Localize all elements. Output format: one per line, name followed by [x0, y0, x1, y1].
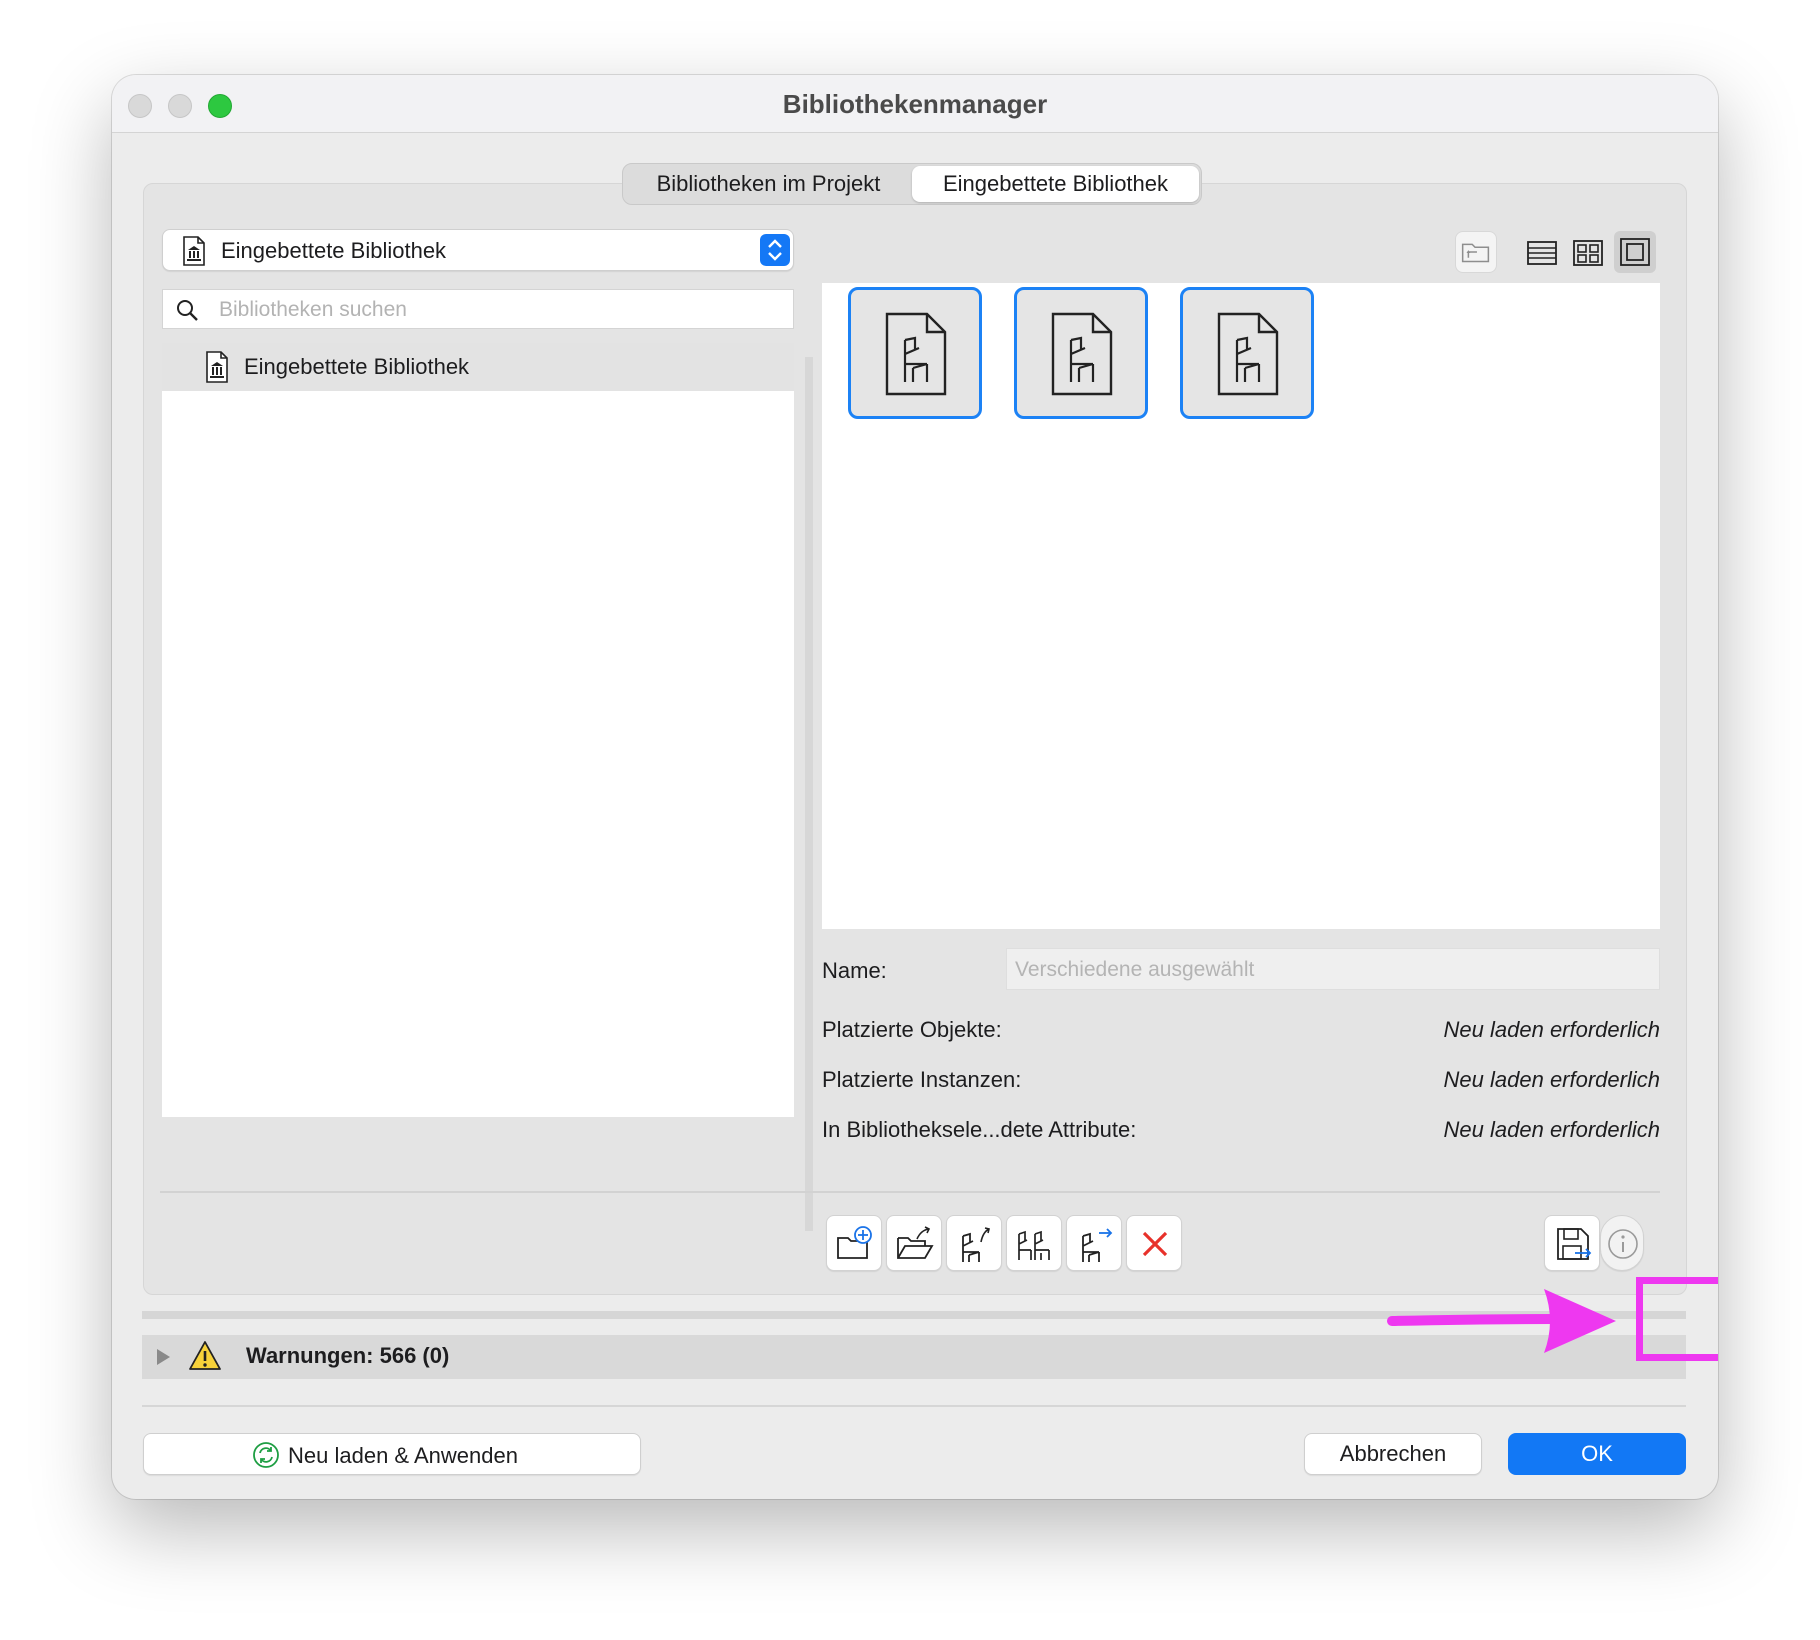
info-button[interactable] — [1600, 1215, 1644, 1271]
library-tree: Eingebettete Bibliothek — [162, 343, 794, 1117]
new-folder-button[interactable] — [826, 1215, 882, 1271]
divider — [160, 1191, 1660, 1193]
tree-item-embedded-library[interactable]: Eingebettete Bibliothek — [162, 343, 794, 391]
tab-project-libraries[interactable]: Bibliotheken im Projekt — [625, 166, 912, 202]
library-icon — [183, 236, 205, 266]
reload-apply-label: Neu laden & Anwenden — [288, 1443, 518, 1468]
duplicate-objects-icon — [1018, 1230, 1050, 1260]
ok-button[interactable]: OK — [1508, 1433, 1686, 1475]
delete-icon — [1142, 1231, 1168, 1257]
library-icon — [206, 351, 228, 383]
cancel-button[interactable]: Abbrechen — [1304, 1433, 1482, 1475]
info-icon — [1608, 1229, 1638, 1259]
pane-splitter[interactable] — [805, 357, 813, 1231]
object-tile[interactable] — [848, 287, 982, 419]
library-dropdown[interactable]: Eingebettete Bibliothek — [162, 229, 794, 271]
info-value: Neu laden erforderlich — [1443, 1017, 1660, 1042]
large-icon-view-button[interactable] — [1614, 231, 1656, 273]
name-label: Name: — [822, 958, 887, 983]
object-tile[interactable] — [1014, 287, 1148, 419]
chair-object-icon — [1217, 312, 1279, 396]
grid-view-icon — [1573, 240, 1603, 266]
warning-icon — [189, 1341, 221, 1370]
library-search-field[interactable]: Bibliotheken suchen — [162, 289, 794, 329]
save-as-button[interactable] — [1544, 1215, 1600, 1271]
divider — [142, 1405, 1686, 1407]
name-input[interactable]: Verschiedene ausgewählt — [1006, 948, 1660, 990]
object-icon-grid — [822, 283, 1660, 929]
open-folder-button[interactable] — [886, 1215, 942, 1271]
tab-bar: Bibliotheken im Projekt Eingebettete Bib… — [622, 163, 1202, 205]
export-object-icon — [962, 1227, 990, 1262]
info-row-placed-objects: Platzierte Objekte: Neu laden erforderli… — [822, 1017, 1660, 1047]
chair-object-icon — [1051, 312, 1113, 396]
name-placeholder: Verschiedene ausgewählt — [1015, 958, 1255, 981]
duplicate-objects-button[interactable] — [1006, 1215, 1062, 1271]
new-folder-icon — [837, 1226, 872, 1259]
tree-item-label: Eingebettete Bibliothek — [244, 354, 470, 379]
library-manager-window: Bibliothekenmanager Bibliotheken im Proj… — [112, 75, 1718, 1499]
title-bar: Bibliothekenmanager — [112, 75, 1718, 133]
object-tile[interactable] — [1180, 287, 1314, 419]
info-row-attributes: In Bibliotheksele...dete Attribute: Neu … — [822, 1117, 1660, 1147]
save-as-icon — [1557, 1228, 1592, 1260]
warnings-label: Warnungen: 566 (0) — [246, 1343, 450, 1368]
folder-up-button[interactable] — [1455, 231, 1497, 273]
info-row-placed-instances: Platzierte Instanzen: Neu laden erforder… — [822, 1067, 1660, 1097]
move-object-icon — [1082, 1228, 1113, 1262]
reload-icon — [253, 1442, 279, 1468]
large-icon-view-icon — [1620, 238, 1650, 266]
annotation-highlight-box — [1636, 1277, 1718, 1361]
tab-embedded-library[interactable]: Eingebettete Bibliothek — [912, 166, 1199, 202]
info-key: In Bibliotheksele...dete Attribute: — [822, 1117, 1137, 1142]
open-folder-icon — [897, 1226, 934, 1259]
info-key: Platzierte Instanzen: — [822, 1067, 1022, 1092]
search-icon — [177, 300, 198, 321]
export-object-button[interactable] — [946, 1215, 1002, 1271]
delete-button[interactable] — [1126, 1215, 1182, 1271]
info-value: Neu laden erforderlich — [1443, 1067, 1660, 1092]
chair-object-icon — [885, 312, 947, 396]
annotation-arrow — [1387, 1289, 1616, 1353]
reload-apply-button[interactable]: Neu laden & Anwenden — [143, 1433, 641, 1475]
list-view-button[interactable] — [1524, 235, 1560, 271]
window-title: Bibliothekenmanager — [782, 89, 1048, 119]
disclosure-triangle-icon — [157, 1349, 170, 1365]
library-dropdown-value: Eingebettete Bibliothek — [221, 238, 447, 263]
info-value: Neu laden erforderlich — [1443, 1117, 1660, 1142]
dropdown-stepper-icon — [760, 234, 790, 266]
list-view-icon — [1527, 241, 1557, 265]
grid-view-button[interactable] — [1570, 235, 1606, 271]
folder-up-icon — [1461, 243, 1490, 263]
search-placeholder: Bibliotheken suchen — [219, 298, 407, 321]
move-object-button[interactable] — [1066, 1215, 1122, 1271]
info-key: Platzierte Objekte: — [822, 1017, 1002, 1042]
